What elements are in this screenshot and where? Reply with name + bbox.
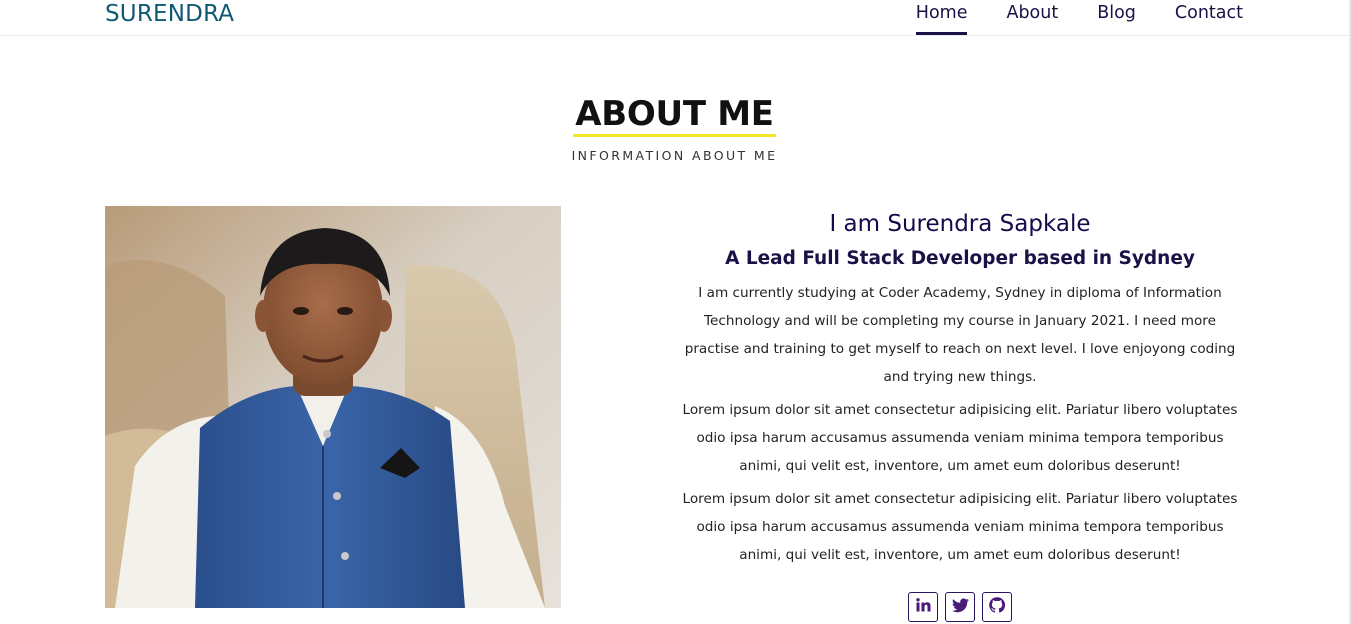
nav-link-contact[interactable]: Contact — [1175, 0, 1243, 36]
linkedin-icon — [915, 597, 931, 617]
section-title: ABOUT ME — [573, 94, 777, 137]
navbar: SURENDRA Home About Blog Contact — [0, 0, 1349, 36]
about-text: I am Surendra Sapkale A Lead Full Stack … — [677, 206, 1243, 569]
brand-logo-link[interactable]: SURENDRA — [105, 0, 234, 28]
nav-link-home[interactable]: Home — [915, 0, 967, 36]
twitter-icon — [951, 597, 969, 617]
nav-link-blog[interactable]: Blog — [1097, 0, 1136, 36]
profile-photo — [105, 206, 561, 608]
about-paragraph: Lorem ipsum dolor sit amet consectetur a… — [682, 402, 1238, 474]
section-subtitle: INFORMATION ABOUT ME — [571, 148, 778, 163]
github-icon — [989, 597, 1006, 617]
github-link[interactable] — [982, 592, 1012, 622]
social-links — [908, 592, 1012, 622]
nav-link-about[interactable]: About — [1006, 0, 1058, 36]
about-paragraph: I am currently studying at Coder Academy… — [684, 285, 1236, 385]
about-role: A Lead Full Stack Developer based in Syd… — [725, 248, 1195, 269]
page: SURENDRA Home About Blog Contact ABOUT M… — [0, 0, 1351, 624]
main-nav: Home About Blog Contact — [915, 0, 1243, 36]
about-paragraph: Lorem ipsum dolor sit amet consectetur a… — [682, 491, 1238, 563]
about-section-header: ABOUT ME INFORMATION ABOUT ME — [0, 94, 1349, 163]
linkedin-link[interactable] — [908, 592, 938, 622]
about-name: I am Surendra Sapkale — [829, 211, 1091, 237]
twitter-link[interactable] — [945, 592, 975, 622]
